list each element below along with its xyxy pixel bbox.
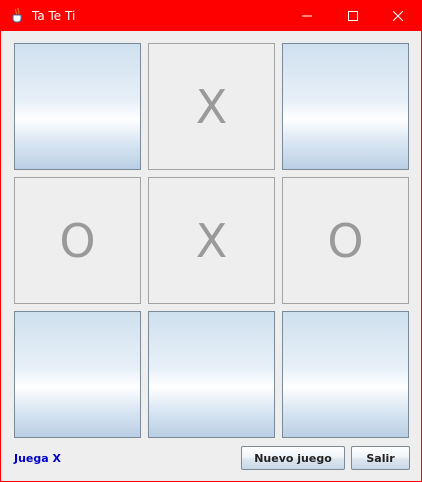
- window-title: Ta Te Ti: [32, 9, 76, 23]
- java-cup-icon: [10, 7, 26, 23]
- new-game-button[interactable]: Nuevo juego: [241, 446, 345, 470]
- board-cell[interactable]: [282, 43, 409, 170]
- board-cell[interactable]: [14, 311, 141, 438]
- maximize-button[interactable]: [330, 1, 376, 31]
- board-cell[interactable]: [282, 311, 409, 438]
- minimize-icon: [302, 15, 312, 17]
- close-button[interactable]: [375, 1, 421, 31]
- board-cell[interactable]: [14, 43, 141, 170]
- board-cell[interactable]: [148, 311, 275, 438]
- exit-button[interactable]: Salir: [351, 446, 410, 470]
- board-cell[interactable]: X: [148, 43, 275, 170]
- maximize-icon: [348, 11, 358, 21]
- title-bar[interactable]: Ta Te Ti: [1, 1, 421, 31]
- turn-status: Juega X: [14, 452, 61, 465]
- board-cell[interactable]: O: [14, 177, 141, 304]
- close-icon: [393, 11, 403, 21]
- cell-mark: O: [327, 213, 364, 268]
- cell-mark: X: [195, 213, 228, 268]
- cell-mark: X: [195, 79, 228, 134]
- minimize-button[interactable]: [284, 1, 330, 31]
- app-window: Ta Te Ti X O X O Juega X Nuevo juego Sal…: [0, 0, 422, 482]
- board-cell[interactable]: O: [282, 177, 409, 304]
- board-cell[interactable]: X: [148, 177, 275, 304]
- cell-mark: O: [59, 213, 96, 268]
